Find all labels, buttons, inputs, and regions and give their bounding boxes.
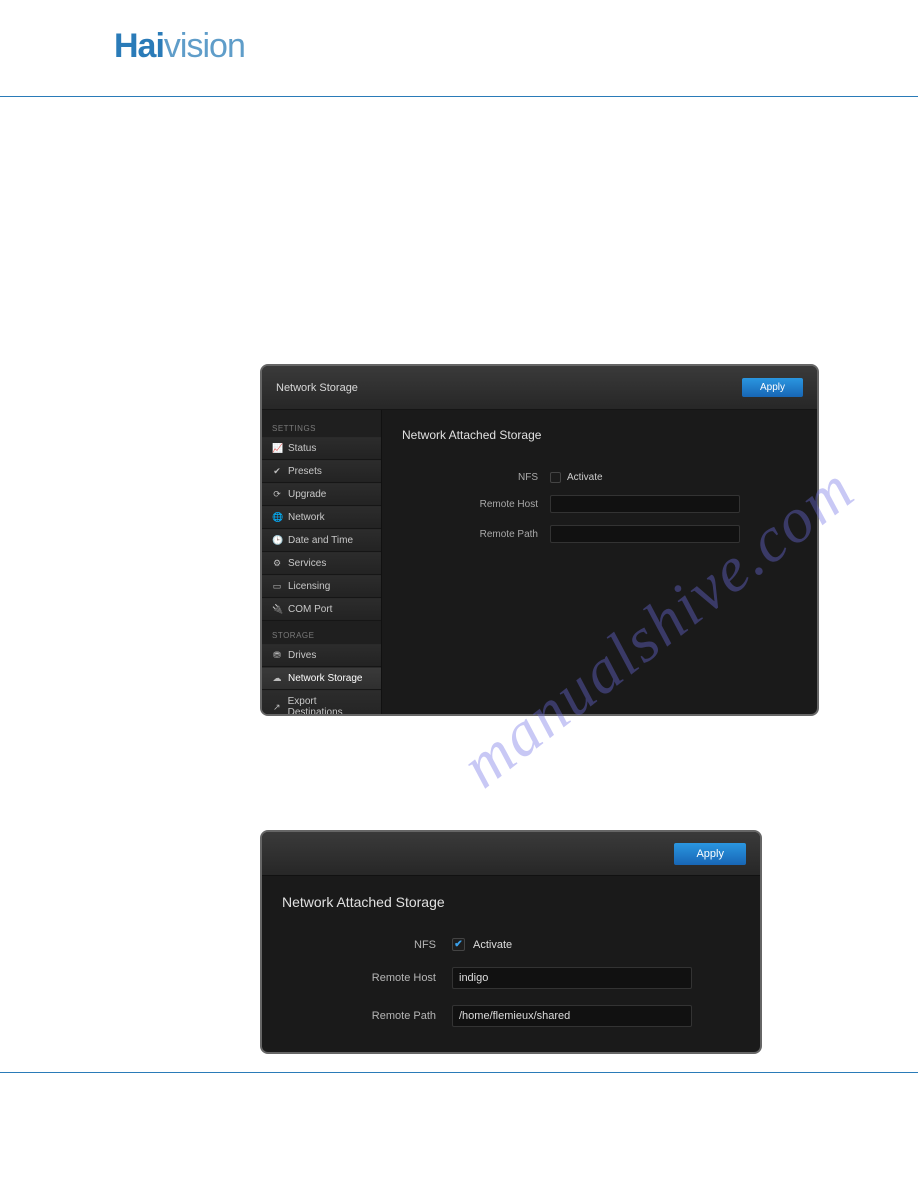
form-row-remote-path: Remote Path xyxy=(402,525,797,543)
content-heading: Network Attached Storage xyxy=(402,428,797,442)
sidebar-item-network[interactable]: 🌐 Network xyxy=(262,506,381,529)
sidebar-item-licensing[interactable]: ▭ Licensing xyxy=(262,575,381,598)
sidebar-item-label: Network xyxy=(288,512,325,523)
form-row-remote-path: Remote Path xyxy=(282,1005,740,1027)
sidebar-heading-storage: STORAGE xyxy=(262,621,381,644)
sidebar-item-export-destinations[interactable]: ↗ Export Destinations xyxy=(262,690,381,714)
nfs-activate-checkbox[interactable] xyxy=(550,472,561,483)
nfs-label: NFS xyxy=(282,939,452,951)
sidebar-item-label: Export Destinations xyxy=(288,696,371,714)
form-row-remote-host: Remote Host xyxy=(282,967,740,989)
check-icon: ✔ xyxy=(272,466,282,477)
logo-bold-part: Hai xyxy=(114,27,164,65)
export-icon: ↗ xyxy=(272,702,282,713)
sidebar-item-com-port[interactable]: 🔌 COM Port xyxy=(262,598,381,621)
remote-path-input[interactable] xyxy=(452,1005,692,1027)
nfs-activate-label: Activate xyxy=(473,939,512,951)
remote-path-label: Remote Path xyxy=(282,1010,452,1022)
nfs-label: NFS xyxy=(402,472,550,483)
apply-button[interactable]: Apply xyxy=(674,843,746,865)
sidebar-item-label: Date and Time xyxy=(288,535,353,546)
remote-host-label: Remote Host xyxy=(402,499,550,510)
card-icon: ▭ xyxy=(272,581,282,592)
sidebar-item-services[interactable]: ⚙ Services xyxy=(262,552,381,575)
gear-icon: ⚙ xyxy=(272,558,282,569)
sidebar-item-label: COM Port xyxy=(288,604,332,615)
panel-title: Network Storage xyxy=(276,382,358,394)
form-row-nfs: NFS Activate xyxy=(282,938,740,951)
logo-light-part: vision xyxy=(164,27,245,65)
remote-host-input[interactable] xyxy=(550,495,740,513)
sidebar-item-date-time[interactable]: 🕒 Date and Time xyxy=(262,529,381,552)
remote-path-label: Remote Path xyxy=(402,529,550,540)
panel-titlebar: Network Storage Apply xyxy=(262,366,817,410)
form-row-nfs: NFS Activate xyxy=(402,472,797,483)
sidebar-item-presets[interactable]: ✔ Presets xyxy=(262,460,381,483)
nfs-activate-checkbox[interactable] xyxy=(452,938,465,951)
apply-button[interactable]: Apply xyxy=(742,378,803,397)
footer-rule xyxy=(0,1072,918,1073)
sidebar-item-label: Licensing xyxy=(288,581,330,592)
settings-sidebar: SETTINGS 📈 Status ✔ Presets ⟳ Upgrade 🌐 … xyxy=(262,410,382,714)
sidebar-item-upgrade[interactable]: ⟳ Upgrade xyxy=(262,483,381,506)
plug-icon: 🔌 xyxy=(272,604,282,615)
sidebar-item-label: Status xyxy=(288,443,316,454)
refresh-icon: ⟳ xyxy=(272,489,282,500)
sidebar-heading-settings: SETTINGS xyxy=(262,414,381,437)
sidebar-item-network-storage[interactable]: ☁ Network Storage xyxy=(262,667,381,690)
network-storage-icon: ☁ xyxy=(272,673,282,684)
globe-icon: 🌐 xyxy=(272,512,282,523)
drive-icon: ⛃ xyxy=(272,650,282,661)
screenshot-network-storage-full: Network Storage Apply SETTINGS 📈 Status … xyxy=(262,366,817,714)
nfs-activate-label: Activate xyxy=(567,472,603,483)
remote-host-label: Remote Host xyxy=(282,972,452,984)
remote-host-input[interactable] xyxy=(452,967,692,989)
content-heading: Network Attached Storage xyxy=(282,894,740,910)
chart-icon: 📈 xyxy=(272,443,282,454)
sidebar-item-label: Network Storage xyxy=(288,673,362,684)
sidebar-item-label: Presets xyxy=(288,466,322,477)
remote-path-input[interactable] xyxy=(550,525,740,543)
main-content: Network Attached Storage NFS Activate Re… xyxy=(382,410,817,714)
page-header: Haivision xyxy=(114,27,918,66)
sidebar-item-label: Drives xyxy=(288,650,316,661)
screenshot-network-storage-detail: Apply Network Attached Storage NFS Activ… xyxy=(262,832,760,1052)
sidebar-item-status[interactable]: 📈 Status xyxy=(262,437,381,460)
sidebar-item-drives[interactable]: ⛃ Drives xyxy=(262,644,381,667)
sidebar-item-label: Upgrade xyxy=(288,489,326,500)
panel-titlebar: Apply xyxy=(262,832,760,876)
form-row-remote-host: Remote Host xyxy=(402,495,797,513)
main-content: Network Attached Storage NFS Activate Re… xyxy=(262,876,760,1052)
clock-icon: 🕒 xyxy=(272,535,282,546)
brand-logo: Haivision xyxy=(114,27,918,66)
sidebar-item-label: Services xyxy=(288,558,326,569)
